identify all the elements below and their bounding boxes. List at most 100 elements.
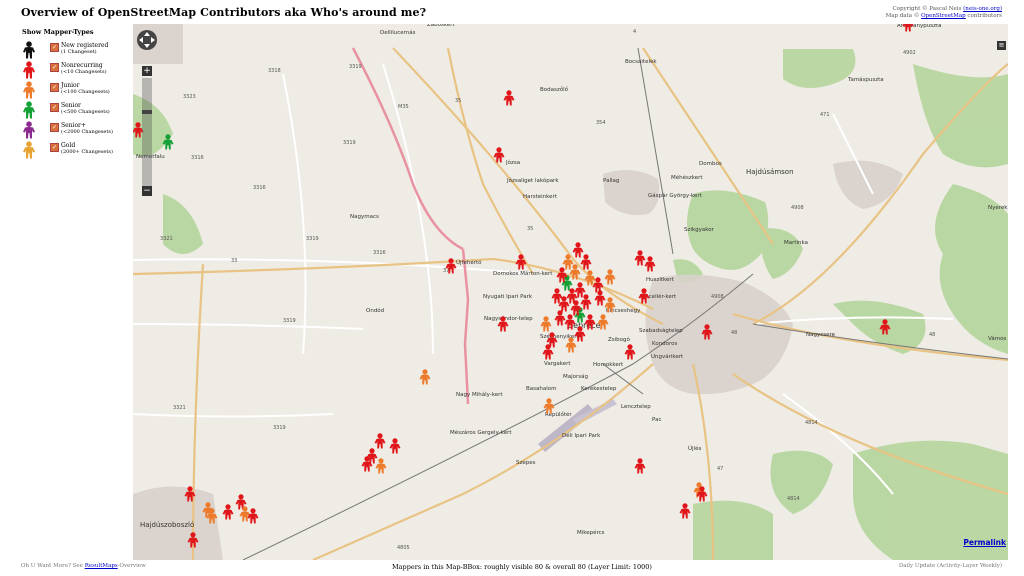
map-canvas[interactable]: 3319 3318 3323 3319 3316 3316 3321 3319 3316 3… xyxy=(133,24,1008,560)
svg-text:4814: 4814 xyxy=(787,496,800,502)
pan-control[interactable] xyxy=(137,30,157,50)
motorways xyxy=(351,47,470,405)
mapper-type-checkbox[interactable]: ✓ xyxy=(50,83,59,92)
mapper-type-panel: Show Mapper-Types ✓ New registered (1 Chan… xyxy=(22,28,130,161)
svg-text:3319: 3319 xyxy=(349,64,362,70)
mapper-marker[interactable] xyxy=(366,448,378,464)
svg-text:3318: 3318 xyxy=(268,68,281,74)
mapper-type-checkbox[interactable]: ✓ xyxy=(50,103,59,112)
copyright-link[interactable]: (neis-one.org) xyxy=(963,6,1002,12)
resultmaps-link[interactable]: ResultMaps xyxy=(85,563,118,569)
place-label: Dombos xyxy=(699,161,722,167)
place-label: Szepes xyxy=(516,460,536,466)
mapper-type-checkbox[interactable]: ✓ xyxy=(50,63,59,72)
osm-link[interactable]: OpenStreetMap xyxy=(921,13,966,19)
mapper-type-checkbox[interactable]: ✓ xyxy=(50,143,59,152)
zoom-out-button[interactable]: − xyxy=(142,186,152,196)
place-label: Bocsaitelek xyxy=(625,59,657,65)
zoom-bar[interactable] xyxy=(142,78,152,186)
mapper-marker[interactable] xyxy=(634,250,646,266)
mapper-type-name: Nonrecurring xyxy=(61,62,103,69)
mapper-marker[interactable] xyxy=(572,242,584,258)
place-label: Szabadságtelep xyxy=(639,327,683,334)
mapper-type-name: Junior xyxy=(61,82,80,89)
place-label: Repülőtér xyxy=(545,411,572,418)
place-label: Nyugati Ipari Park xyxy=(483,294,533,300)
mapper-marker[interactable] xyxy=(558,296,570,312)
place-label: Ondód xyxy=(366,307,384,314)
footer-more-suffix: -Overview xyxy=(117,563,146,569)
svg-text:3321: 3321 xyxy=(173,405,186,411)
footer-more: Oh U Want More? See ResultMaps-Overview xyxy=(21,563,146,569)
mapper-marker[interactable] xyxy=(419,369,431,385)
place-label: Basahalom xyxy=(526,386,557,392)
mapper-marker[interactable] xyxy=(540,316,552,332)
permalink-link[interactable]: Permalink xyxy=(963,538,1006,547)
place-label: Mikepércs xyxy=(577,529,605,536)
mapper-marker[interactable] xyxy=(247,508,259,524)
mapper-marker[interactable] xyxy=(515,254,527,270)
page-title: Overview of OpenStreetMap Contributors a… xyxy=(21,6,427,19)
mapper-marker[interactable] xyxy=(644,256,656,272)
mapper-marker[interactable] xyxy=(634,458,646,474)
mapper-type-range: (<500 Changesets) xyxy=(61,109,110,115)
mapper-marker[interactable] xyxy=(604,269,616,285)
mapper-type-item: ✓ New registered (1 Changeset) xyxy=(22,41,130,61)
map-layer[interactable]: 3319 3318 3323 3319 3316 3316 3321 3319 3316 3… xyxy=(133,24,1008,560)
mapper-marker[interactable] xyxy=(624,344,636,360)
mapper-types-title: Show Mapper-Types xyxy=(22,28,94,36)
place-label: Huszitkert xyxy=(646,277,675,283)
mapper-type-label: Senior (<500 Changesets) xyxy=(61,102,110,116)
place-label: Harsteinkert xyxy=(523,194,558,200)
place-label: Gáspár György-kert xyxy=(648,192,703,199)
place-label: Hajdúsámson xyxy=(746,168,794,176)
place-label: Újfehértó xyxy=(456,259,482,266)
zoom-control: + − xyxy=(137,30,157,196)
svg-text:48: 48 xyxy=(929,332,935,338)
mapper-marker[interactable] xyxy=(389,438,401,454)
mapper-marker[interactable] xyxy=(551,288,563,304)
svg-text:3316: 3316 xyxy=(253,185,266,191)
mapper-marker[interactable] xyxy=(574,282,586,298)
place-label: Majorság xyxy=(563,373,588,380)
svg-text:354: 354 xyxy=(596,120,606,126)
zoom-slider[interactable] xyxy=(142,110,152,114)
mapper-marker[interactable] xyxy=(679,503,691,519)
mapper-marker[interactable] xyxy=(503,90,515,106)
svg-text:3316: 3316 xyxy=(191,155,204,161)
copyright-notice: Copyright © Pascal Neis (neis-one.org) M… xyxy=(886,6,1002,20)
mapper-type-label: Junior (<100 Changesets) xyxy=(61,82,110,96)
place-label: Józsa xyxy=(505,159,520,166)
place-label: Mészáros Gergely-kert xyxy=(450,429,512,436)
place-label: Pallag xyxy=(603,178,619,184)
place-label: Dellilucernás xyxy=(380,29,416,36)
mapper-type-range: (<2000 Changesets) xyxy=(61,129,113,135)
mapper-marker[interactable] xyxy=(374,433,386,449)
mapper-marker[interactable] xyxy=(375,458,387,474)
map-data-suffix: contributors xyxy=(967,13,1002,19)
place-label: Nagymacs xyxy=(350,214,379,220)
zoom-in-button[interactable]: + xyxy=(142,66,152,76)
place-label: Vámos xyxy=(988,335,1006,342)
place-label: Bodaszőlő xyxy=(540,87,569,93)
place-label: Déli Ipari Park xyxy=(562,432,601,439)
mapper-marker[interactable] xyxy=(542,344,554,360)
place-label: Lencztelep xyxy=(621,404,651,410)
mapper-marker[interactable] xyxy=(554,310,566,326)
svg-text:3319: 3319 xyxy=(343,140,356,146)
layer-switcher-button[interactable]: ≡ xyxy=(997,41,1006,50)
mapper-marker[interactable] xyxy=(222,504,234,520)
mapper-type-checkbox[interactable]: ✓ xyxy=(50,123,59,132)
mapper-type-label: Gold (2000+ Changesets) xyxy=(61,142,113,156)
svg-text:4805: 4805 xyxy=(397,545,410,551)
mapper-type-checkbox[interactable]: ✓ xyxy=(50,43,59,52)
place-label: Szikgyakor xyxy=(684,227,715,233)
mapper-marker[interactable] xyxy=(239,506,251,522)
place-label: Vargakert xyxy=(544,361,571,367)
footer-more-prefix: Oh U Want More? See xyxy=(21,563,83,569)
mapper-type-range: (1 Changeset) xyxy=(61,49,97,55)
place-label: Széchenyikert xyxy=(540,333,580,340)
mapper-type-item: ✓ Junior (<100 Changesets) xyxy=(22,81,130,101)
mapper-type-name: New registered xyxy=(61,42,109,49)
mapper-marker[interactable] xyxy=(580,254,592,270)
